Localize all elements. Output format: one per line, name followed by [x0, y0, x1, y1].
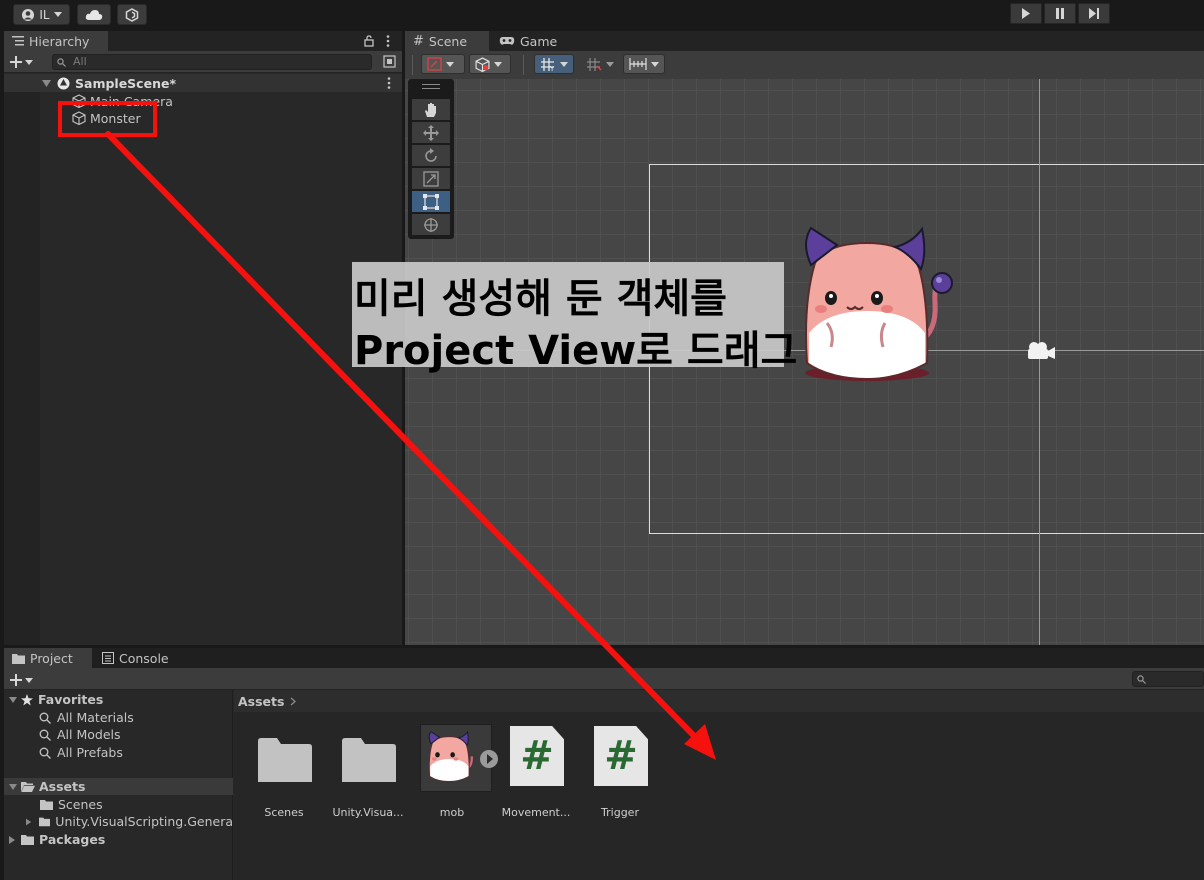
caption-line-2: Project View로 드래그 — [354, 328, 798, 374]
drag-arrow — [105, 131, 716, 760]
annotation-caption: 미리 생성해 둔 객체를 Project View로 드래그 — [352, 262, 797, 374]
caption-line-1: 미리 생성해 둔 객체를 — [354, 276, 727, 322]
